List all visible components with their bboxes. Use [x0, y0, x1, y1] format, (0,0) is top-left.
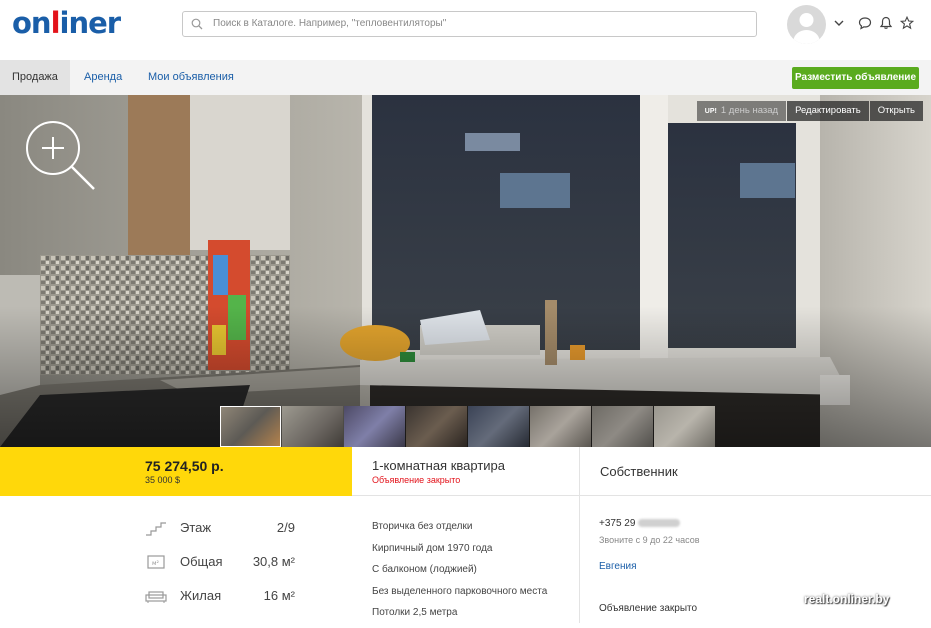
- thumbnail[interactable]: [282, 406, 343, 447]
- listing-title: 1-комнатная квартира: [372, 458, 505, 473]
- feature-item: Потолки 2,5 метра: [372, 607, 458, 618]
- post-listing-button[interactable]: Разместить объявление: [792, 67, 919, 89]
- tab-rent[interactable]: Аренда: [72, 60, 134, 95]
- thumbnail[interactable]: [406, 406, 467, 447]
- seller-panel: Собственник: [579, 447, 931, 496]
- catalog-search-input[interactable]: Поиск в Каталоге. Например, "тепловентил…: [182, 11, 757, 37]
- column-divider: [579, 496, 580, 623]
- sofa-icon: [145, 591, 167, 603]
- posted-time: UP! 1 день назад: [696, 101, 787, 121]
- feature-item: Вторичка без отделки: [372, 521, 473, 532]
- param-living-area: Жилая 16 м²: [145, 586, 295, 606]
- bell-icon[interactable]: [879, 16, 893, 30]
- onliner-logo[interactable]: onliner: [12, 7, 121, 39]
- seller-type: Собственник: [600, 464, 678, 479]
- feature-item: С балконом (лоджией): [372, 564, 477, 575]
- thumbnail[interactable]: [220, 406, 281, 447]
- feature-list: Вторичка без отделки Кирпичный дом 1970 …: [372, 520, 547, 628]
- title-panel: 1-комнатная квартира Объявление закрыто: [352, 447, 579, 496]
- feature-item: Без выделенного парковочного места: [372, 585, 548, 597]
- user-avatar[interactable]: [787, 5, 826, 44]
- top-header: onliner Поиск в Каталоге. Например, "теп…: [0, 0, 931, 48]
- param-total-area: м² Общая 30,8 м²: [145, 552, 295, 572]
- photo-thumbnails: [220, 406, 716, 447]
- thumbnail[interactable]: [530, 406, 591, 447]
- edit-button[interactable]: Редактировать: [787, 101, 869, 121]
- param-floor: Этаж 2/9: [145, 518, 295, 538]
- listing-photo[interactable]: UP! 1 день назад Редактировать Открыть: [0, 95, 931, 447]
- price-byn: 75 274,50 р.: [145, 458, 224, 474]
- feature-item: Кирпичный дом 1970 года: [372, 542, 493, 554]
- thumbnail[interactable]: [468, 406, 529, 447]
- svg-text:м²: м²: [152, 560, 160, 567]
- search-placeholder: Поиск в Каталоге. Например, "тепловентил…: [213, 18, 447, 29]
- price-usd: 35 000 $: [145, 475, 181, 485]
- seller-name-link[interactable]: Евгения: [599, 561, 637, 572]
- thumbnail[interactable]: [592, 406, 653, 447]
- tab-sale[interactable]: Продажа: [0, 60, 70, 95]
- star-icon[interactable]: [900, 16, 914, 30]
- watermark: realt.onliner.by: [804, 592, 890, 606]
- floor-icon: [146, 522, 166, 536]
- thumbnail[interactable]: [654, 406, 715, 447]
- hidden-phone-digits: [638, 519, 681, 528]
- area-icon: м²: [147, 555, 165, 569]
- chat-icon[interactable]: [858, 16, 872, 30]
- listing-status: Объявление закрыто: [372, 475, 461, 485]
- call-time: Звоните с 9 до 22 часов: [599, 535, 700, 545]
- price-panel: 75 274,50 р. 35 000 $: [0, 447, 352, 496]
- zoom-icon[interactable]: [24, 119, 96, 191]
- thumbnail[interactable]: [344, 406, 405, 447]
- open-button[interactable]: Открыть: [869, 101, 923, 121]
- seller-phone[interactable]: +375 29: [599, 518, 681, 529]
- closed-note: Объявление закрыто: [599, 603, 698, 614]
- kitchen-photo-image: [0, 95, 931, 447]
- tab-my-listings[interactable]: Мои объявления: [136, 60, 246, 95]
- search-icon: [191, 18, 203, 30]
- chevron-down-icon[interactable]: [832, 16, 846, 30]
